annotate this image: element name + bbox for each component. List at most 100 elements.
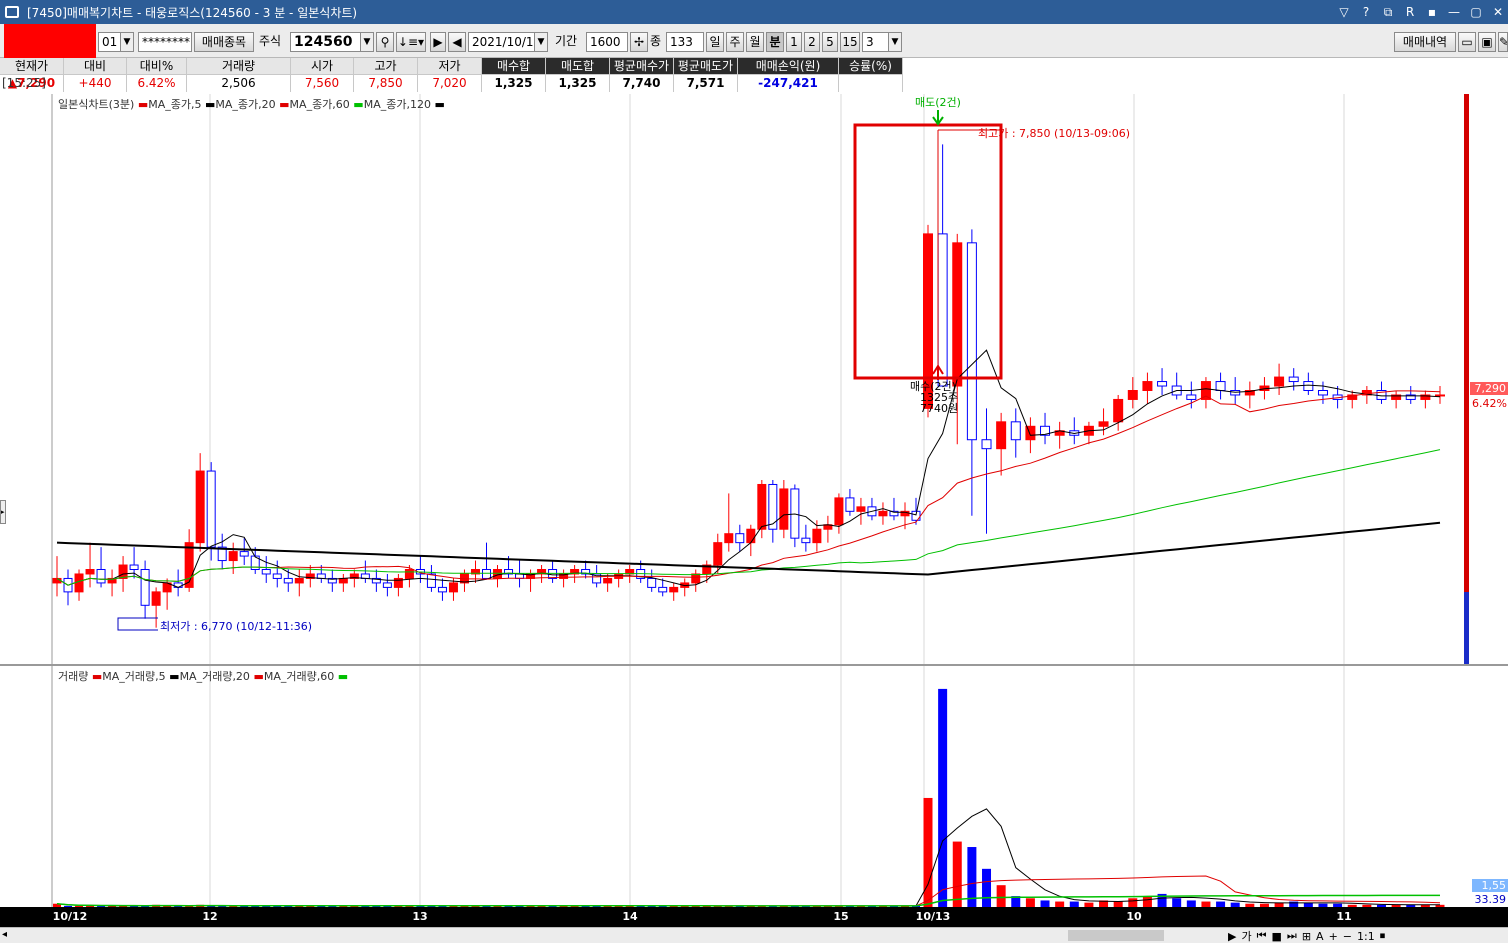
candle bbox=[63, 569, 73, 606]
history-button[interactable]: 매매내역 bbox=[1394, 32, 1456, 52]
volume-bar bbox=[938, 688, 948, 907]
minute-1-button[interactable]: 1 bbox=[786, 32, 802, 52]
close-button[interactable]: ✕ bbox=[1492, 5, 1504, 19]
chart-control-button[interactable]: 1:1 bbox=[1357, 930, 1375, 943]
quote-header: 현재가 bbox=[0, 58, 64, 75]
minute-5-button[interactable]: 5 bbox=[822, 32, 838, 52]
edit-icon[interactable]: ✎ bbox=[1498, 32, 1508, 52]
tab-month[interactable]: 월 bbox=[746, 32, 764, 52]
scroll-left-icon[interactable]: ◂ bbox=[2, 929, 7, 940]
date-picker[interactable]: 2021/10/13 ▼ bbox=[468, 32, 548, 52]
chart-control-button[interactable]: ⏹ bbox=[1380, 929, 1386, 943]
candle bbox=[1274, 363, 1285, 395]
help-icon[interactable]: ? bbox=[1360, 5, 1372, 19]
candle-body bbox=[151, 591, 161, 606]
stock-code-input[interactable]: 124560 ▼ bbox=[290, 32, 374, 52]
minimize-button[interactable]: — bbox=[1448, 5, 1460, 19]
ma20-line bbox=[56, 390, 1441, 586]
candle-body bbox=[140, 569, 150, 606]
window-controls: ▽ ? ⧉ R ▪ — ▢ ✕ bbox=[1338, 0, 1504, 24]
chart-control-button[interactable]: ⏭ bbox=[1287, 929, 1297, 943]
scrollbar-thumb[interactable] bbox=[1068, 930, 1164, 941]
save-icon[interactable]: ▣ bbox=[1478, 32, 1496, 52]
chevron-down-icon: ▼ bbox=[360, 33, 373, 51]
crosshair-icon[interactable]: ✢ bbox=[630, 32, 648, 52]
ma60-line bbox=[56, 449, 1441, 586]
prev-icon[interactable]: ◀ bbox=[448, 32, 466, 52]
sort-icon[interactable]: ↓≡▾ bbox=[396, 32, 426, 52]
candle bbox=[691, 569, 701, 592]
volume-value-tag: 1,55 bbox=[1472, 879, 1508, 892]
candle-body bbox=[1157, 381, 1168, 387]
quote-header: 시가 bbox=[291, 58, 354, 75]
low-leader-line bbox=[117, 617, 158, 631]
candle bbox=[1215, 372, 1226, 400]
tab-day[interactable]: 일 bbox=[706, 32, 724, 52]
right-scale-bar-down bbox=[1464, 592, 1469, 664]
axis-tick-label: 14 bbox=[622, 910, 638, 923]
candle-body bbox=[966, 242, 977, 441]
trade-items-button[interactable]: 매매종목 bbox=[194, 32, 254, 52]
chart-control-button[interactable]: 가 bbox=[1241, 928, 1251, 943]
minute-15-button[interactable]: 15 bbox=[840, 32, 860, 52]
chart-control-button[interactable]: A bbox=[1316, 930, 1324, 943]
quote-header: 승률(%) bbox=[839, 58, 903, 75]
chart-scrollbar[interactable]: ◂ ▶ 가 ⏮ ■ ⏭ ⊞ A + −1:1 ⏹ bbox=[0, 927, 1508, 943]
candle bbox=[1113, 394, 1124, 431]
folder-icon[interactable]: ▭ bbox=[1458, 32, 1476, 52]
chart-control-button[interactable]: ▶ bbox=[1228, 930, 1236, 943]
candle bbox=[581, 560, 591, 579]
volume-chart[interactable] bbox=[0, 666, 1508, 907]
count-label: 종 bbox=[650, 34, 662, 48]
axis-tick-label: 13 bbox=[412, 910, 428, 923]
candle bbox=[757, 480, 767, 539]
candle-body bbox=[834, 497, 844, 526]
quote-header: 평균매수가 bbox=[610, 58, 674, 75]
pin-icon[interactable]: ▪ bbox=[1426, 5, 1438, 19]
tab-week[interactable]: 주 bbox=[726, 32, 744, 52]
minute-2-button[interactable]: 2 bbox=[804, 32, 820, 52]
period-label: 기간 bbox=[555, 34, 578, 48]
chart-control-button[interactable]: ⏮ bbox=[1257, 929, 1267, 943]
candle-body bbox=[96, 569, 106, 584]
asset-type-label: 주식 bbox=[259, 34, 282, 48]
candle-body bbox=[603, 577, 613, 584]
minute-select[interactable]: 3 ▼ bbox=[862, 32, 902, 52]
candle-body bbox=[1186, 394, 1197, 400]
account-suffix-select[interactable]: 01 ▼ bbox=[98, 32, 134, 52]
candle-body bbox=[952, 242, 963, 387]
candle bbox=[1054, 421, 1065, 449]
search-icon[interactable]: ⚲ bbox=[376, 32, 394, 52]
legend-ma120: MA_종가,120 bbox=[363, 98, 431, 111]
chart-control-button[interactable]: + bbox=[1329, 930, 1338, 943]
candle bbox=[382, 573, 392, 597]
price-chart[interactable]: 매도(2건)최고가 : 7,850 (10/13-09:06)매수(2건)132… bbox=[0, 94, 1508, 666]
candle bbox=[559, 569, 569, 588]
candle bbox=[669, 582, 679, 601]
count-input[interactable]: 133 bbox=[666, 32, 704, 52]
panel-toggle-icon[interactable]: ▸ bbox=[0, 500, 6, 524]
candle-body bbox=[448, 582, 458, 593]
refresh-icon[interactable]: R bbox=[1404, 5, 1416, 19]
sell-marker-label: 매도(2건) bbox=[915, 96, 961, 109]
link-icon[interactable]: ⧉ bbox=[1382, 5, 1394, 20]
next-icon[interactable]: ▶ bbox=[430, 32, 446, 52]
candle bbox=[548, 560, 558, 583]
chart-control-button[interactable]: ■ bbox=[1272, 930, 1282, 943]
axis-tick-label: 12 bbox=[202, 910, 218, 923]
candle-body bbox=[981, 439, 992, 450]
candle bbox=[140, 560, 150, 619]
volume-legend: 거래량 ▬MA_거래량,5 ▬MA_거래량,20 ▬MA_거래량,60 ▬ bbox=[58, 670, 349, 683]
maximize-button[interactable]: ▢ bbox=[1470, 5, 1482, 19]
chart-control-button[interactable]: ⊞ bbox=[1302, 930, 1311, 943]
chart-control-button[interactable]: − bbox=[1343, 930, 1352, 943]
candle bbox=[1405, 386, 1416, 404]
volume-bar bbox=[1172, 898, 1182, 907]
dropdown-icon[interactable]: ▽ bbox=[1338, 5, 1350, 19]
period-input[interactable]: 1600 bbox=[586, 32, 628, 52]
candle-body bbox=[426, 573, 436, 588]
candle-body bbox=[1113, 398, 1124, 423]
candle-body bbox=[228, 551, 238, 562]
password-field[interactable]: ******** bbox=[138, 32, 192, 52]
tab-minute[interactable]: 분 bbox=[766, 32, 784, 52]
